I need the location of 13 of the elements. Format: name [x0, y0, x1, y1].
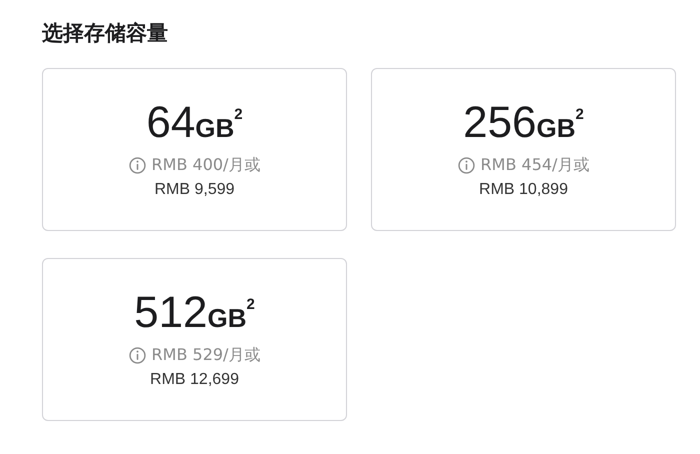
full-price: RMB 12,699 [150, 370, 239, 388]
capacity-label: 64GB$^{2}$ [146, 100, 243, 144]
storage-option-card[interactable]: 64GB$^{2}$ RMB 400/月或 RMB 9,599 [42, 68, 347, 231]
full-price: RMB 9,599 [154, 180, 235, 198]
capacity-label: 256GB$^{2}$ [463, 100, 584, 144]
full-price: RMB 10,899 [479, 180, 568, 198]
storage-option-card[interactable]: 512GB$^{2}$ RMB 529/月或 RMB 12,699 [42, 258, 347, 421]
monthly-price: RMB 400/月或 [152, 154, 260, 176]
storage-option-card[interactable]: 256GB$^{2}$ RMB 454/月或 RMB 10,899 [371, 68, 676, 231]
section-title: 选择存储容量 [42, 20, 169, 47]
monthly-price: RMB 529/月或 [152, 344, 260, 366]
monthly-price: RMB 454/月或 [480, 154, 590, 176]
capacity-label: 512GB$^{2}$ [134, 290, 255, 334]
